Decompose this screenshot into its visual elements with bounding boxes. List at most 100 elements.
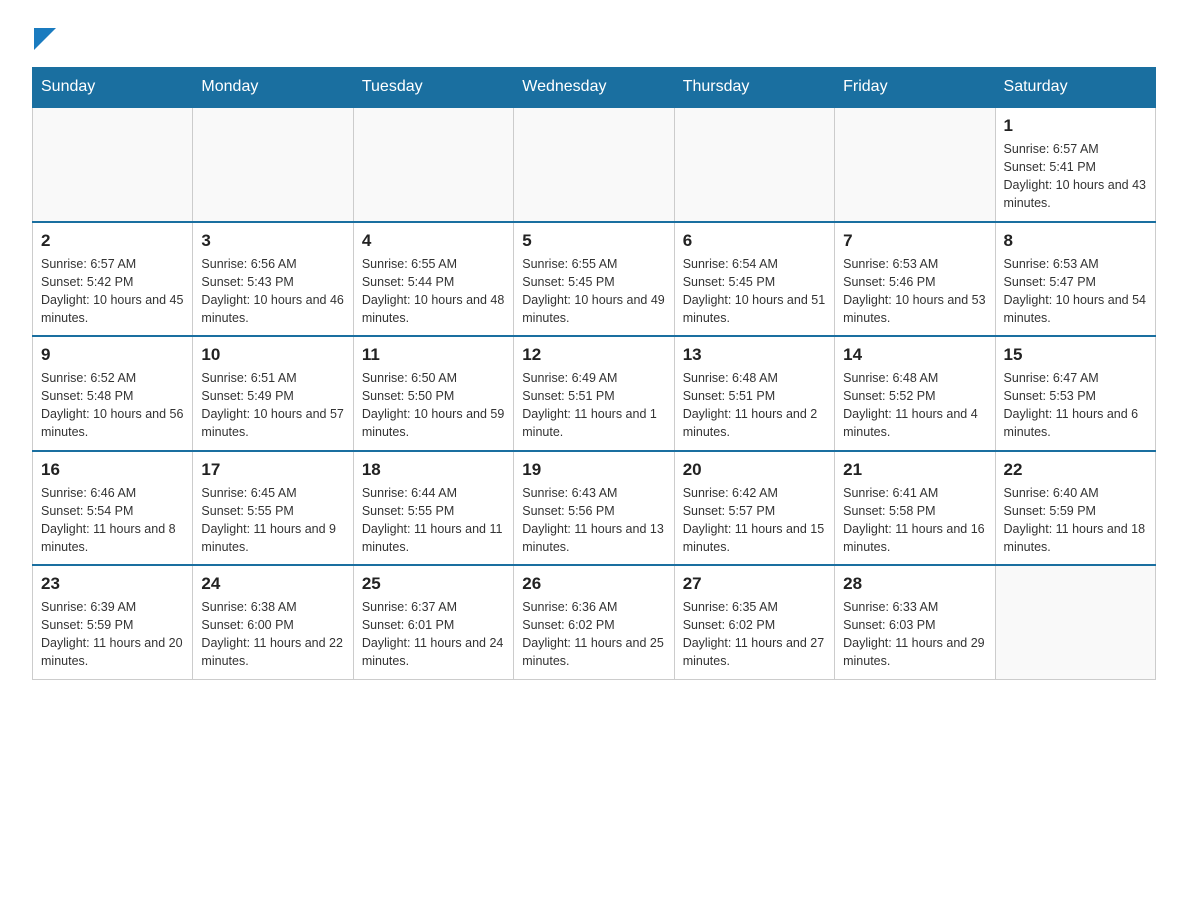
day-info: Sunrise: 6:33 AMSunset: 6:03 PMDaylight:… xyxy=(843,598,986,671)
weekday-header-sunday: Sunday xyxy=(33,68,193,108)
calendar-cell xyxy=(835,107,995,222)
day-info: Sunrise: 6:45 AMSunset: 5:55 PMDaylight:… xyxy=(201,484,344,557)
calendar-cell: 27 Sunrise: 6:35 AMSunset: 6:02 PMDayligh… xyxy=(674,565,834,679)
calendar-cell xyxy=(193,107,353,222)
day-number: 1 xyxy=(1004,116,1147,136)
day-number: 5 xyxy=(522,231,665,251)
calendar-cell: 6Sunrise: 6:54 AMSunset: 5:45 PMDaylight… xyxy=(674,222,834,337)
day-info: Sunrise: 6:53 AMSunset: 5:46 PMDaylight:… xyxy=(843,255,986,328)
day-number: 15 xyxy=(1004,345,1147,365)
weekday-header-tuesday: Tuesday xyxy=(353,68,513,108)
day-number: 12 xyxy=(522,345,665,365)
day-info: Sunrise: 6:41 AMSunset: 5:58 PMDaylight:… xyxy=(843,484,986,557)
day-number: 28 xyxy=(843,574,986,594)
calendar-cell: 9Sunrise: 6:52 AMSunset: 5:48 PMDaylight… xyxy=(33,336,193,451)
day-number: 26 xyxy=(522,574,665,594)
day-number: 20 xyxy=(683,460,826,480)
day-number: 2 xyxy=(41,231,184,251)
week-row-2: 2Sunrise: 6:57 AMSunset: 5:42 PMDaylight… xyxy=(33,222,1156,337)
week-row-5: 23 Sunrise: 6:39 AMSunset: 5:59 PMDayligh… xyxy=(33,565,1156,679)
calendar-cell: 13Sunrise: 6:48 AMSunset: 5:51 PMDayligh… xyxy=(674,336,834,451)
day-info: Sunrise: 6:37 AMSunset: 6:01 PMDaylight:… xyxy=(362,598,505,671)
day-info: Sunrise: 6:46 AMSunset: 5:54 PMDaylight:… xyxy=(41,484,184,557)
day-info: Sunrise: 6:56 AMSunset: 5:43 PMDaylight:… xyxy=(201,255,344,328)
day-number: 21 xyxy=(843,460,986,480)
calendar-cell xyxy=(353,107,513,222)
calendar-cell: 21 Sunrise: 6:41 AMSunset: 5:58 PMDayligh… xyxy=(835,451,995,566)
weekday-header-monday: Monday xyxy=(193,68,353,108)
day-number: 19 xyxy=(522,460,665,480)
calendar-cell: 15 Sunrise: 6:47 AMSunset: 5:53 PMDayligh… xyxy=(995,336,1155,451)
weekday-header-friday: Friday xyxy=(835,68,995,108)
day-info: Sunrise: 6:53 AMSunset: 5:47 PMDaylight:… xyxy=(1004,255,1147,328)
calendar-cell: 1 Sunrise: 6:57 AMSunset: 5:41 PMDaylight… xyxy=(995,107,1155,222)
calendar-cell: 7 Sunrise: 6:53 AMSunset: 5:46 PMDaylight… xyxy=(835,222,995,337)
week-row-3: 9Sunrise: 6:52 AMSunset: 5:48 PMDaylight… xyxy=(33,336,1156,451)
day-number: 3 xyxy=(201,231,344,251)
calendar-cell: 4 Sunrise: 6:55 AMSunset: 5:44 PMDaylight… xyxy=(353,222,513,337)
day-info: Sunrise: 6:38 AMSunset: 6:00 PMDaylight:… xyxy=(201,598,344,671)
day-info: Sunrise: 6:57 AMSunset: 5:41 PMDaylight:… xyxy=(1004,140,1147,213)
calendar-cell: 2Sunrise: 6:57 AMSunset: 5:42 PMDaylight… xyxy=(33,222,193,337)
calendar-cell: 19 Sunrise: 6:43 AMSunset: 5:56 PMDayligh… xyxy=(514,451,674,566)
calendar-cell: 28 Sunrise: 6:33 AMSunset: 6:03 PMDayligh… xyxy=(835,565,995,679)
day-number: 18 xyxy=(362,460,505,480)
day-info: Sunrise: 6:55 AMSunset: 5:44 PMDaylight:… xyxy=(362,255,505,328)
day-info: Sunrise: 6:47 AMSunset: 5:53 PMDaylight:… xyxy=(1004,369,1147,442)
calendar-cell xyxy=(995,565,1155,679)
week-row-1: 1 Sunrise: 6:57 AMSunset: 5:41 PMDaylight… xyxy=(33,107,1156,222)
day-info: Sunrise: 6:42 AMSunset: 5:57 PMDaylight:… xyxy=(683,484,826,557)
day-info: Sunrise: 6:43 AMSunset: 5:56 PMDaylight:… xyxy=(522,484,665,557)
calendar-header-row: SundayMondayTuesdayWednesdayThursdayFrid… xyxy=(33,68,1156,108)
calendar-cell: 24 Sunrise: 6:38 AMSunset: 6:00 PMDayligh… xyxy=(193,565,353,679)
calendar-cell: 26 Sunrise: 6:36 AMSunset: 6:02 PMDayligh… xyxy=(514,565,674,679)
calendar-cell: 3 Sunrise: 6:56 AMSunset: 5:43 PMDaylight… xyxy=(193,222,353,337)
day-number: 9 xyxy=(41,345,184,365)
day-info: Sunrise: 6:36 AMSunset: 6:02 PMDaylight:… xyxy=(522,598,665,671)
day-number: 17 xyxy=(201,460,344,480)
calendar-cell: 11 Sunrise: 6:50 AMSunset: 5:50 PMDayligh… xyxy=(353,336,513,451)
weekday-header-wednesday: Wednesday xyxy=(514,68,674,108)
page-header xyxy=(32,24,1156,51)
day-number: 24 xyxy=(201,574,344,594)
day-number: 27 xyxy=(683,574,826,594)
day-number: 14 xyxy=(843,345,986,365)
day-number: 23 xyxy=(41,574,184,594)
day-info: Sunrise: 6:55 AMSunset: 5:45 PMDaylight:… xyxy=(522,255,665,328)
day-number: 7 xyxy=(843,231,986,251)
calendar-cell: 10 Sunrise: 6:51 AMSunset: 5:49 PMDayligh… xyxy=(193,336,353,451)
day-info: Sunrise: 6:49 AMSunset: 5:51 PMDaylight:… xyxy=(522,369,665,442)
day-info: Sunrise: 6:51 AMSunset: 5:49 PMDaylight:… xyxy=(201,369,344,442)
day-info: Sunrise: 6:44 AMSunset: 5:55 PMDaylight:… xyxy=(362,484,505,557)
calendar-cell xyxy=(514,107,674,222)
calendar-table: SundayMondayTuesdayWednesdayThursdayFrid… xyxy=(32,67,1156,680)
weekday-header-saturday: Saturday xyxy=(995,68,1155,108)
day-number: 8 xyxy=(1004,231,1147,251)
day-number: 22 xyxy=(1004,460,1147,480)
calendar-cell: 16 Sunrise: 6:46 AMSunset: 5:54 PMDayligh… xyxy=(33,451,193,566)
day-number: 4 xyxy=(362,231,505,251)
day-number: 13 xyxy=(683,345,826,365)
day-number: 25 xyxy=(362,574,505,594)
calendar-cell: 17 Sunrise: 6:45 AMSunset: 5:55 PMDayligh… xyxy=(193,451,353,566)
calendar-cell xyxy=(674,107,834,222)
day-number: 6 xyxy=(683,231,826,251)
weekday-header-thursday: Thursday xyxy=(674,68,834,108)
calendar-cell: 14 Sunrise: 6:48 AMSunset: 5:52 PMDayligh… xyxy=(835,336,995,451)
day-number: 11 xyxy=(362,345,505,365)
calendar-cell: 12 Sunrise: 6:49 AMSunset: 5:51 PMDayligh… xyxy=(514,336,674,451)
calendar-cell: 23 Sunrise: 6:39 AMSunset: 5:59 PMDayligh… xyxy=(33,565,193,679)
day-info: Sunrise: 6:39 AMSunset: 5:59 PMDaylight:… xyxy=(41,598,184,671)
day-number: 16 xyxy=(41,460,184,480)
calendar-cell: 8 Sunrise: 6:53 AMSunset: 5:47 PMDaylight… xyxy=(995,222,1155,337)
calendar-cell xyxy=(33,107,193,222)
day-number: 10 xyxy=(201,345,344,365)
logo xyxy=(32,24,56,51)
day-info: Sunrise: 6:48 AMSunset: 5:52 PMDaylight:… xyxy=(843,369,986,442)
calendar-cell: 18 Sunrise: 6:44 AMSunset: 5:55 PMDayligh… xyxy=(353,451,513,566)
calendar-cell: 5 Sunrise: 6:55 AMSunset: 5:45 PMDaylight… xyxy=(514,222,674,337)
calendar-cell: 22Sunrise: 6:40 AMSunset: 5:59 PMDayligh… xyxy=(995,451,1155,566)
day-info: Sunrise: 6:50 AMSunset: 5:50 PMDaylight:… xyxy=(362,369,505,442)
calendar-cell: 20 Sunrise: 6:42 AMSunset: 5:57 PMDayligh… xyxy=(674,451,834,566)
day-info: Sunrise: 6:35 AMSunset: 6:02 PMDaylight:… xyxy=(683,598,826,671)
